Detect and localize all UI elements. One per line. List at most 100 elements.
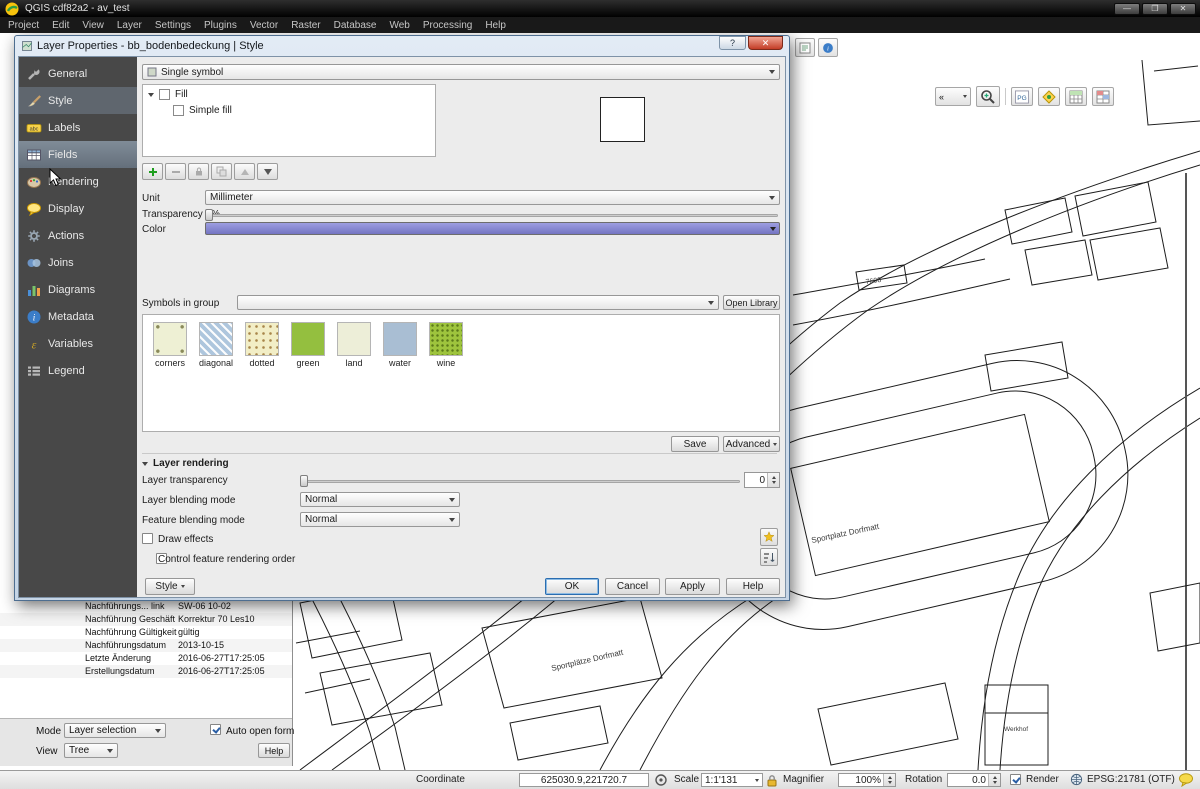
menu-view[interactable]: View xyxy=(82,20,104,31)
coordinate-field[interactable]: 625030.9,221720.7 xyxy=(519,773,649,787)
attribute-row[interactable]: Nachführung Geschäft Korrektur 70 Les10 xyxy=(0,613,292,626)
cancel-button[interactable]: Cancel xyxy=(605,578,660,595)
attribute-row[interactable]: Erstellungsdatum 2016-06-27T17:25:05 xyxy=(0,665,292,678)
renderer-combo[interactable]: Single symbol xyxy=(142,64,780,80)
spinner-arrows[interactable] xyxy=(988,774,1000,786)
crs-icon[interactable] xyxy=(1070,773,1083,786)
transparency-slider[interactable] xyxy=(207,214,778,217)
menu-web[interactable]: Web xyxy=(389,20,409,31)
draw-effects-checkbox[interactable] xyxy=(142,533,153,544)
menu-processing[interactable]: Processing xyxy=(423,20,472,31)
maximize-button[interactable]: ❐ xyxy=(1142,3,1168,15)
sidebar-item-labels[interactable]: abc Labels xyxy=(19,114,137,141)
style-menu-button[interactable]: Style xyxy=(145,578,195,595)
layer-blend-combo[interactable]: Normal xyxy=(300,492,460,507)
dialog-close-button[interactable]: ✕ xyxy=(748,36,783,50)
sidebar-item-rendering[interactable]: Rendering xyxy=(19,168,137,195)
symbol-swatch[interactable]: diagonal xyxy=(196,322,236,368)
menu-raster[interactable]: Raster xyxy=(291,20,320,31)
sidebar-item-joins[interactable]: Joins xyxy=(19,249,137,276)
open-attribute-table-button[interactable] xyxy=(1065,87,1087,106)
menu-help[interactable]: Help xyxy=(485,20,506,31)
menu-vector[interactable]: Vector xyxy=(250,20,278,31)
sidebar-item-legend[interactable]: Legend xyxy=(19,357,137,384)
symbol-swatch[interactable]: dotted xyxy=(242,322,282,368)
layer-transparency-spinbox[interactable]: 0 xyxy=(744,472,780,488)
symbol-swatch[interactable]: land xyxy=(334,322,374,368)
menu-project[interactable]: Project xyxy=(8,20,39,31)
symbol-swatch[interactable]: water xyxy=(380,322,420,368)
rotation-spinbox[interactable]: 0.0 xyxy=(947,773,1001,787)
effects-button[interactable] xyxy=(760,528,778,546)
move-up-button[interactable] xyxy=(234,163,255,180)
symbols-group-combo[interactable] xyxy=(237,295,719,310)
sidebar-item-fields[interactable]: Fields xyxy=(19,141,137,168)
sidebar-item-style[interactable]: Style xyxy=(19,87,137,114)
menu-settings[interactable]: Settings xyxy=(155,20,191,31)
identify-button[interactable]: i xyxy=(818,38,838,57)
auto-open-form-checkbox[interactable] xyxy=(210,724,221,735)
tree-item-simple-fill[interactable]: Simple fill xyxy=(189,105,232,116)
spinner-arrows[interactable] xyxy=(767,473,779,487)
menu-layer[interactable]: Layer xyxy=(117,20,142,31)
lock-symbol-layer-button[interactable] xyxy=(188,163,209,180)
symbol-swatch[interactable]: green xyxy=(288,322,328,368)
zoom-last-combo[interactable]: « xyxy=(935,87,971,106)
symbol-swatch[interactable]: wine xyxy=(426,322,466,368)
layer-action-button[interactable] xyxy=(1038,87,1060,106)
save-style-button[interactable]: Save xyxy=(671,436,719,452)
sidebar-item-general[interactable]: General xyxy=(19,60,137,87)
tracking-icon[interactable] xyxy=(654,773,668,787)
remove-symbol-layer-button[interactable] xyxy=(165,163,186,180)
crs-label[interactable]: EPSG:21781 (OTF) xyxy=(1087,774,1175,785)
tree-item-fill[interactable]: Fill xyxy=(175,89,188,100)
help-button[interactable]: Help xyxy=(726,578,780,595)
feature-order-button[interactable] xyxy=(760,548,778,566)
zoom-button[interactable] xyxy=(976,86,1000,107)
color-button[interactable] xyxy=(205,222,780,235)
layer-transparency-slider[interactable] xyxy=(302,480,740,483)
view-combo[interactable]: Tree xyxy=(64,743,118,758)
lock-scale-icon[interactable] xyxy=(766,774,778,787)
layer-rendering-header[interactable]: Layer rendering xyxy=(142,458,229,469)
move-down-button[interactable] xyxy=(257,163,278,180)
sidebar-item-actions[interactable]: Actions xyxy=(19,222,137,249)
duplicate-symbol-layer-button[interactable] xyxy=(211,163,232,180)
messages-balloon-icon[interactable] xyxy=(1178,772,1194,787)
spinner-arrows[interactable] xyxy=(883,774,895,786)
sidebar-item-diagrams[interactable]: Diagrams xyxy=(19,276,137,303)
advanced-button[interactable]: Advanced xyxy=(723,436,780,452)
unit-combo[interactable]: Millimeter xyxy=(205,190,780,205)
symbol-swatch[interactable]: corners xyxy=(150,322,190,368)
apply-button[interactable]: Apply xyxy=(665,578,720,595)
close-button[interactable]: ✕ xyxy=(1170,3,1196,15)
form-button[interactable] xyxy=(795,38,815,57)
field-calculator-button[interactable] xyxy=(1092,87,1114,106)
sidebar-item-display[interactable]: Display xyxy=(19,195,137,222)
dialog-titlebar[interactable]: Layer Properties - bb_bodenbedeckung | S… xyxy=(18,36,786,56)
menu-database[interactable]: Database xyxy=(334,20,377,31)
feature-blend-combo[interactable]: Normal xyxy=(300,512,460,527)
layer-transparency-handle[interactable] xyxy=(300,475,308,487)
postgis-button[interactable]: PG xyxy=(1011,87,1033,106)
panel-help-button[interactable]: Help xyxy=(258,743,290,758)
attribute-row[interactable]: Letzte Änderung 2016-06-27T17:25:05 xyxy=(0,652,292,665)
open-library-button[interactable]: Open Library xyxy=(723,295,780,310)
attribute-row[interactable]: Nachführung Gültigkeit gültig xyxy=(0,626,292,639)
menu-plugins[interactable]: Plugins xyxy=(204,20,237,31)
app-titlebar[interactable]: QGIS cdf82a2 - av_test — ❐ ✕ xyxy=(0,0,1200,17)
sidebar-item-variables[interactable]: ε Variables xyxy=(19,330,137,357)
ok-button[interactable]: OK xyxy=(545,578,599,595)
minimize-button[interactable]: — xyxy=(1114,3,1140,15)
sidebar-item-metadata[interactable]: i Metadata xyxy=(19,303,137,330)
add-symbol-layer-button[interactable] xyxy=(142,163,163,180)
attribute-row[interactable]: Nachführungsdatum 2013-10-15 xyxy=(0,639,292,652)
tree-expand-icon[interactable] xyxy=(148,93,154,97)
magnifier-spinbox[interactable]: 100% xyxy=(838,773,896,787)
transparency-slider-handle[interactable] xyxy=(205,209,213,221)
symbol-layer-tree[interactable]: Fill Simple fill xyxy=(142,84,436,157)
render-checkbox[interactable] xyxy=(1010,774,1021,785)
scale-combo[interactable]: 1:1'131 xyxy=(701,773,763,787)
menu-edit[interactable]: Edit xyxy=(52,20,69,31)
attribute-row[interactable]: Nachführungs... link SW-06 10-02 xyxy=(0,600,292,613)
